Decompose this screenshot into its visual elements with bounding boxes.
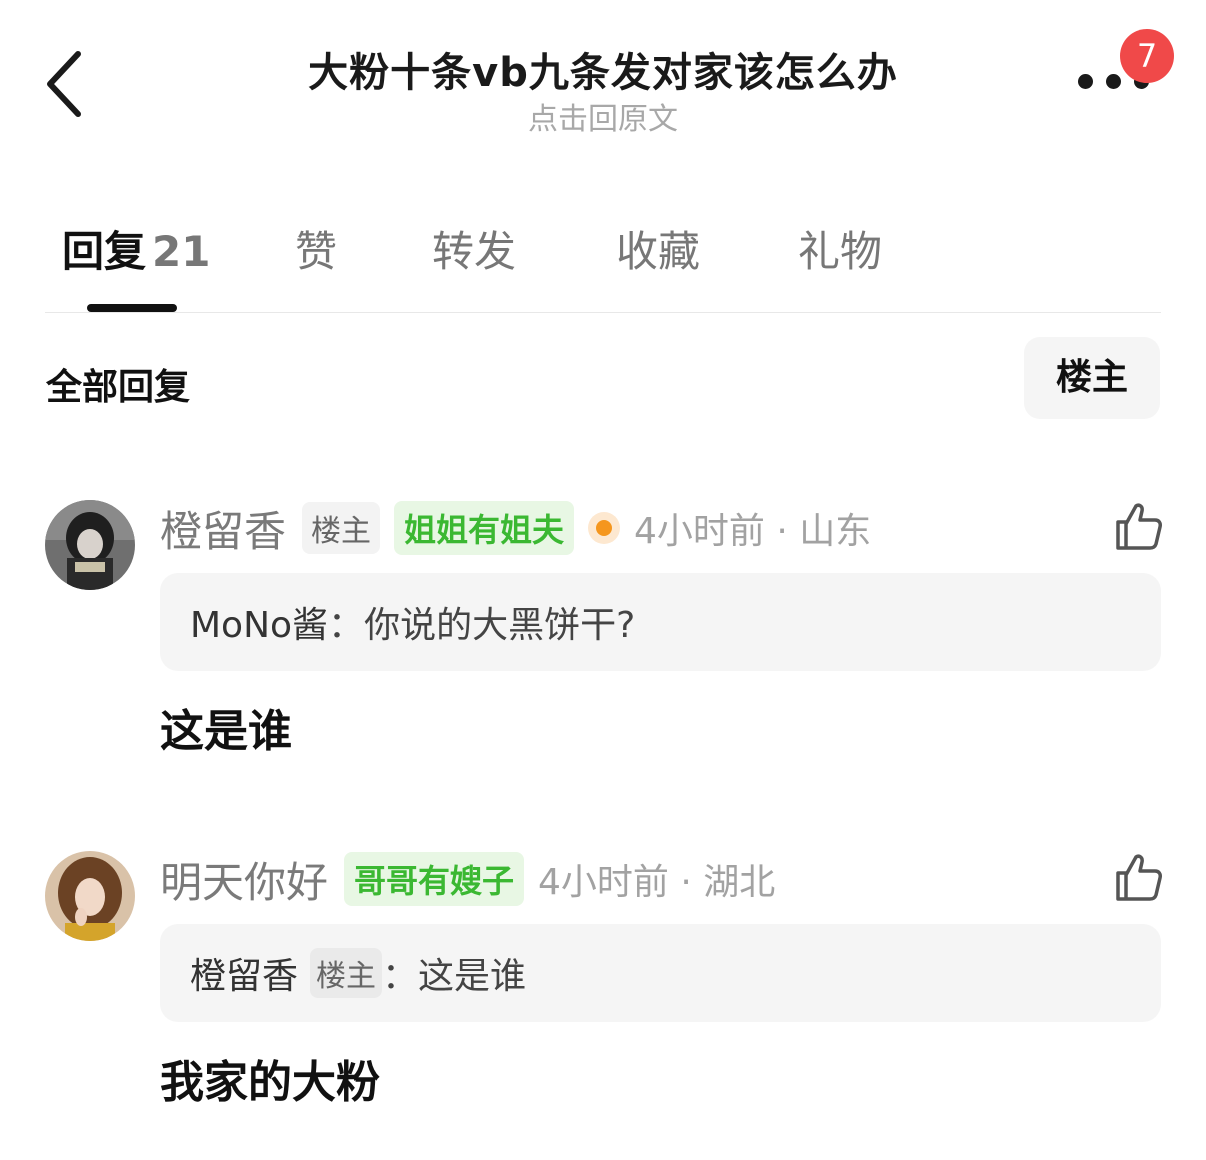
back-to-post-link[interactable]: 点击回原文	[0, 94, 1206, 138]
tab-favorites[interactable]: 收藏	[616, 218, 700, 279]
comment-meta: 橙留香 楼主 姐姐有姐夫 4小时前 · 山东	[160, 500, 871, 556]
relation-tag: 姐姐有姐夫	[394, 501, 575, 555]
tab-likes[interactable]: 赞	[295, 218, 337, 279]
reply-screen: 大粉十条vb九条发对家该怎么办 点击回原文 7 回复 21 赞 转发 收藏 礼物 …	[0, 0, 1206, 1160]
active-tab-indicator	[87, 304, 177, 312]
tab-count: 21	[152, 227, 211, 276]
tab-label: 回复	[62, 227, 147, 276]
post-title[interactable]: 大粉十条vb九条发对家该怎么办	[0, 40, 1206, 98]
thumbs-up-icon	[1116, 503, 1162, 550]
username[interactable]: 橙留香	[160, 498, 286, 559]
quoted-text: 这是谁	[418, 956, 527, 997]
tab-reposts[interactable]: 转发	[432, 218, 516, 279]
op-tag: 楼主	[302, 502, 381, 554]
relation-tag: 哥哥有嫂子	[344, 852, 525, 906]
tab-divider	[45, 312, 1161, 313]
quoted-username: MoNo酱	[190, 605, 329, 646]
tab-gifts[interactable]: 礼物	[798, 218, 882, 279]
avatar[interactable]	[45, 851, 135, 941]
username[interactable]: 明天你好	[160, 849, 328, 910]
comment-text: 我家的大粉	[160, 1057, 380, 1108]
avatar[interactable]	[45, 500, 135, 590]
tab-bar: 回复 21 赞 转发 收藏 礼物	[0, 218, 1206, 278]
comment-meta: 明天你好 哥哥有嫂子 4小时前 · 湖北	[160, 851, 775, 907]
tab-replies[interactable]: 回复 21	[62, 218, 210, 279]
comment-text: 这是谁	[160, 706, 292, 757]
quoted-text: 你说的大黑饼干?	[364, 605, 636, 646]
quoted-reply[interactable]: 橙留香 楼主 ： 这是谁	[160, 924, 1161, 1022]
quoted-reply[interactable]: MoNo酱 ： 你说的大黑饼干?	[160, 573, 1161, 671]
like-button[interactable]	[1112, 851, 1164, 903]
quoted-op-tag: 楼主	[310, 948, 383, 998]
op-only-filter-button[interactable]: 楼主	[1024, 337, 1160, 419]
quoted-username: 橙留香	[190, 956, 299, 997]
quote-separator: ：	[382, 956, 419, 997]
time-location: 4小时前 · 湖北	[538, 862, 776, 903]
like-button[interactable]	[1112, 500, 1164, 552]
status-dot-icon	[588, 512, 621, 544]
thumbs-up-icon	[1116, 854, 1162, 901]
quote-separator: ：	[328, 605, 365, 646]
notification-badge: 7	[1120, 29, 1174, 83]
section-title: 全部回复	[46, 367, 191, 408]
time-location: 4小时前 · 山东	[634, 511, 872, 552]
